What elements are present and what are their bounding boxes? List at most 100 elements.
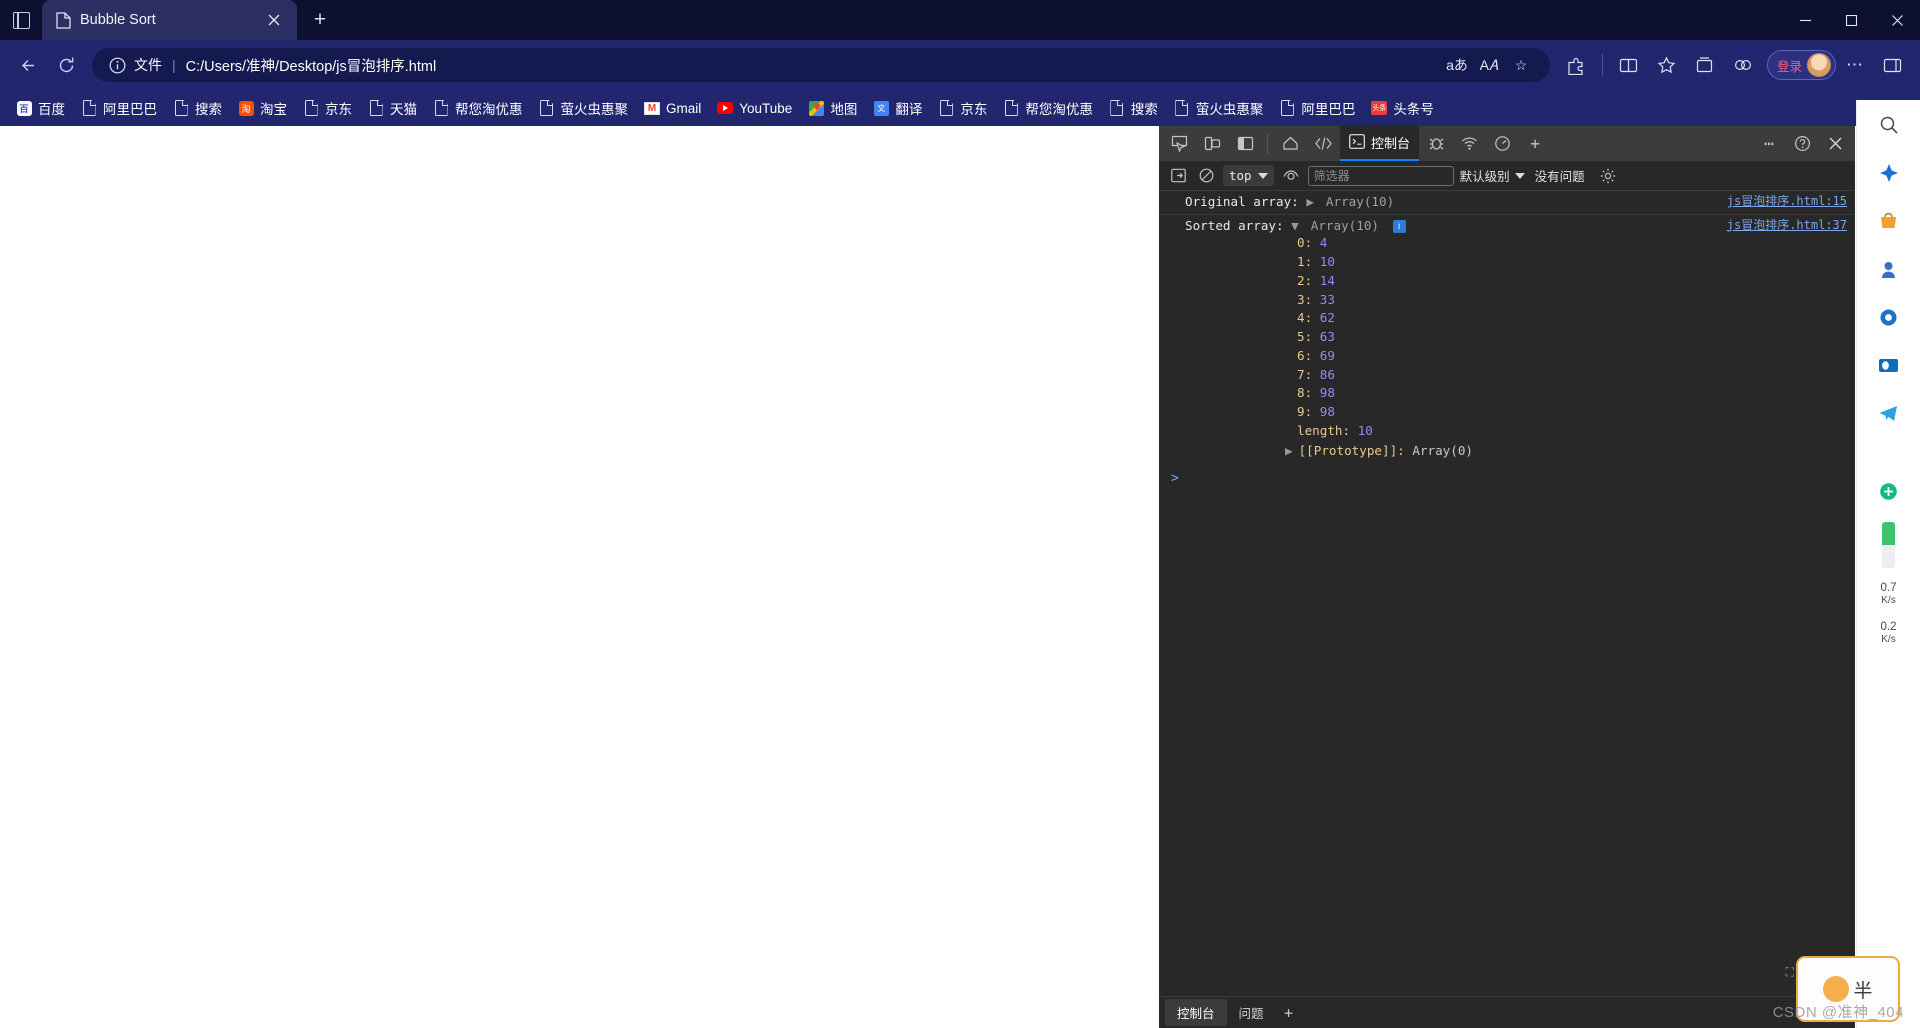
issues-status[interactable]: 没有问题 — [1535, 166, 1585, 185]
navigation-bar: 文件 | C:/Users/准神/Desktop/js冒泡排序.html aあ … — [0, 40, 1920, 90]
object-property-row[interactable]: 4: 62 — [1297, 309, 1847, 328]
doc-favicon-icon — [368, 100, 384, 116]
browser-essentials-icon[interactable] — [1725, 47, 1761, 83]
object-property-row[interactable]: 8: 98 — [1297, 384, 1847, 403]
more-tabs-button[interactable]: + — [1519, 130, 1551, 158]
bookmark-item[interactable]: YouTube — [709, 96, 800, 120]
bookmark-item[interactable]: 帮您淘优惠 — [995, 94, 1101, 122]
sidebar-toggle-icon[interactable] — [1874, 47, 1910, 83]
tab-console[interactable]: 控制台 — [1340, 126, 1420, 161]
read-aloud-icon[interactable]: aあ — [1442, 51, 1472, 79]
bookmark-item[interactable]: 搜索 — [1101, 94, 1166, 122]
bookmark-item[interactable]: 京东 — [930, 94, 995, 122]
device-toolbar-icon[interactable] — [1196, 130, 1228, 158]
add-favorite-icon[interactable]: ☆ — [1506, 51, 1536, 79]
minimize-button[interactable] — [1782, 0, 1828, 40]
console-log-row[interactable]: Original array: ▶ Array(10) js冒泡排序.html:… — [1159, 191, 1855, 215]
drawer-add-tab-button[interactable]: + — [1276, 1001, 1302, 1025]
object-property-row[interactable]: 3: 33 — [1297, 291, 1847, 310]
object-property-row[interactable]: 0: 4 — [1297, 234, 1847, 253]
devtools-drawer-tabs: 控制台 问题 + — [1159, 996, 1855, 1028]
bookmark-item[interactable]: 萤火虫惠聚 — [1166, 94, 1272, 122]
bug-icon[interactable] — [1420, 130, 1452, 158]
bookmark-item[interactable]: 天猫 — [360, 94, 425, 122]
shopping-icon[interactable] — [1872, 204, 1906, 238]
elements-code-icon[interactable] — [1307, 130, 1339, 158]
log-level-select[interactable]: 默认级别 — [1460, 166, 1525, 185]
bookmark-item[interactable]: 搜索 — [165, 94, 230, 122]
extensions-icon[interactable] — [1558, 47, 1594, 83]
games-icon[interactable] — [1872, 252, 1906, 286]
object-property-row[interactable]: 9: 98 — [1297, 403, 1847, 422]
site-info-icon[interactable] — [106, 54, 128, 76]
bookmark-item[interactable]: 头条 头条号 — [1363, 94, 1442, 122]
collections-icon[interactable] — [1687, 47, 1723, 83]
object-property-row[interactable]: length: 10 — [1297, 422, 1847, 441]
object-property-row[interactable]: 5: 63 — [1297, 328, 1847, 347]
devtools-overflow-button[interactable]: ⋯ — [1753, 130, 1785, 158]
outlook-icon[interactable] — [1872, 348, 1906, 382]
object-property-row[interactable]: 6: 69 — [1297, 347, 1847, 366]
settings-and-more-button[interactable]: ⋯ — [1838, 48, 1872, 82]
browser-tab[interactable]: Bubble Sort — [42, 0, 297, 40]
telegram-icon[interactable] — [1872, 396, 1906, 430]
console-log-row[interactable]: Sorted array: ▼ Array(10) i js冒泡排序.html:… — [1159, 215, 1855, 465]
bookmark-item[interactable]: Gmail — [636, 96, 709, 120]
collapse-arrow-icon[interactable]: ▼ — [1291, 218, 1303, 235]
favorites-icon[interactable] — [1649, 47, 1685, 83]
profile-button[interactable]: 登录 — [1766, 50, 1836, 80]
search-icon[interactable] — [1872, 108, 1906, 142]
execution-context-select[interactable]: top — [1223, 165, 1274, 186]
drawer-tab-issues[interactable]: 问题 — [1227, 999, 1276, 1026]
console-filter-input[interactable]: 筛选器 — [1307, 165, 1454, 186]
tools-icon[interactable] — [1872, 300, 1906, 334]
devtools-close-button[interactable] — [1819, 130, 1851, 158]
split-screen-icon[interactable] — [1611, 47, 1647, 83]
copilot-icon[interactable] — [1872, 156, 1906, 190]
bookmark-item[interactable]: 淘 淘宝 — [230, 94, 295, 122]
bookmark-item[interactable]: 地图 — [800, 94, 865, 122]
object-property-row[interactable]: 1: 10 — [1297, 253, 1847, 272]
inspect-element-icon[interactable] — [1163, 130, 1195, 158]
new-tab-button[interactable]: + — [303, 3, 337, 37]
bookmark-item[interactable]: 京东 — [295, 94, 360, 122]
object-property-row[interactable]: 2: 14 — [1297, 272, 1847, 291]
bookmark-item[interactable]: 帮您淘优惠 — [425, 94, 531, 122]
reload-button[interactable] — [48, 47, 84, 83]
home-icon[interactable] — [1274, 130, 1306, 158]
bookmark-item[interactable]: 阿里巴巴 — [1271, 94, 1363, 122]
maximize-button[interactable] — [1828, 0, 1874, 40]
console-sidebar-icon[interactable] — [1167, 165, 1189, 187]
bookmark-item[interactable]: 文 翻译 — [865, 94, 930, 122]
clear-console-icon[interactable] — [1195, 165, 1217, 187]
object-property-row[interactable]: 7: 86 — [1297, 366, 1847, 385]
dock-side-icon[interactable] — [1229, 130, 1261, 158]
performance-icon[interactable] — [1486, 130, 1518, 158]
widget-expand-icon[interactable]: ⛶ — [1786, 965, 1794, 980]
gear-icon[interactable] — [1597, 165, 1619, 187]
object-prototype-row[interactable]: ▶ [[Prototype]]: Array(0) — [1185, 441, 1847, 462]
close-button[interactable] — [1874, 0, 1920, 40]
tab-close-button[interactable] — [261, 7, 287, 33]
address-bar[interactable]: 文件 | C:/Users/准神/Desktop/js冒泡排序.html aあ … — [92, 48, 1550, 82]
translate-icon[interactable]: A𝐴 — [1474, 51, 1504, 79]
console-prompt[interactable]: > — [1159, 464, 1855, 491]
console-output[interactable]: Original array: ▶ Array(10) js冒泡排序.html:… — [1159, 191, 1855, 996]
drawer-tab-console[interactable]: 控制台 — [1165, 999, 1227, 1026]
bookmark-item[interactable]: 百 百度 — [8, 94, 73, 122]
log-source-link[interactable]: js冒泡排序.html:37 — [1727, 218, 1847, 234]
devtools-toolbar: 控制台 + ⋯ — [1159, 126, 1855, 161]
expand-arrow-icon[interactable]: ▶ — [1306, 194, 1318, 211]
back-button[interactable] — [10, 47, 46, 83]
bookmark-item[interactable]: 萤火虫惠聚 — [531, 94, 637, 122]
add-icon[interactable] — [1872, 474, 1906, 508]
download-rate-value: 0.2 — [1880, 620, 1897, 633]
expand-arrow-icon[interactable]: ▶ — [1285, 443, 1293, 458]
log-source-link[interactable]: js冒泡排序.html:15 — [1727, 194, 1847, 210]
tab-actions-button[interactable] — [0, 0, 42, 40]
info-badge[interactable]: i — [1392, 220, 1406, 234]
network-icon[interactable] — [1453, 130, 1485, 158]
help-icon[interactable] — [1786, 130, 1818, 158]
bookmark-item[interactable]: 阿里巴巴 — [73, 94, 165, 122]
live-expression-icon[interactable] — [1280, 165, 1302, 187]
